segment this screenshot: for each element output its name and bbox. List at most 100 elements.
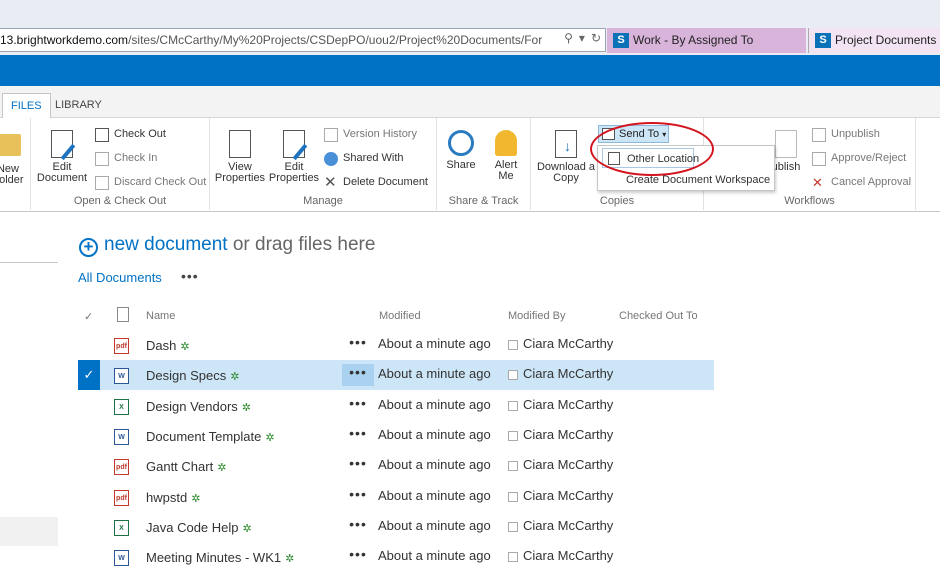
column-header-name[interactable]: Name bbox=[146, 310, 175, 322]
sharepoint-icon: S bbox=[613, 33, 629, 48]
plus-circle-icon[interactable]: + bbox=[79, 238, 98, 257]
column-header-modified-by[interactable]: Modified By bbox=[508, 310, 565, 322]
pdf-file-icon: pdf bbox=[114, 338, 129, 354]
table-row[interactable]: pdf Dash ✲ ••• About a minute ago Ciara McCar… bbox=[78, 330, 714, 360]
discard-check-out-button[interactable]: Discard Check Out bbox=[95, 175, 206, 191]
file-name[interactable]: Gantt Chart ✲ bbox=[146, 459, 226, 474]
table-row[interactable]: ✓ W Design Specs ✲ ••• About a minute ago Ciar… bbox=[78, 360, 714, 390]
table-row[interactable]: X Java Code Help ✲ ••• About a minute ago Cia… bbox=[78, 512, 714, 542]
row-checkbox[interactable]: ✓ bbox=[78, 360, 100, 390]
new-folder-button[interactable]: New Folder bbox=[0, 130, 28, 186]
modified-value: About a minute ago bbox=[378, 397, 491, 412]
check-in-label: Check In bbox=[114, 152, 158, 164]
modified-by-value[interactable]: Ciara McCarthy bbox=[508, 336, 613, 351]
modified-by-value[interactable]: Ciara McCarthy bbox=[508, 488, 613, 503]
file-name[interactable]: Design Vendors ✲ bbox=[146, 399, 251, 414]
item-menu-icon[interactable]: ••• bbox=[342, 364, 374, 386]
file-name[interactable]: Meeting Minutes - WK1 ✲ bbox=[146, 550, 294, 565]
table-row[interactable]: pdf hwpstd ✲ ••• About a minute ago Ciara McC… bbox=[78, 482, 714, 512]
file-name[interactable]: Dash ✲ bbox=[146, 338, 190, 353]
download-copy-button[interactable]: ↓ Download a Copy bbox=[535, 130, 597, 184]
item-menu-icon[interactable]: ••• bbox=[342, 395, 374, 417]
modified-by-value[interactable]: Ciara McCarthy bbox=[508, 427, 613, 442]
edit-document-icon bbox=[51, 130, 76, 161]
item-menu-icon[interactable]: ••• bbox=[342, 486, 374, 508]
refresh-icon[interactable]: ↻ bbox=[591, 31, 601, 45]
row-checkbox[interactable] bbox=[78, 421, 100, 451]
row-checkbox[interactable] bbox=[78, 482, 100, 512]
approve-reject-button[interactable]: Approve/Reject bbox=[812, 151, 906, 167]
new-item-icon: ✲ bbox=[241, 402, 251, 414]
item-menu-icon[interactable]: ••• bbox=[342, 516, 374, 538]
shared-with-button[interactable]: Shared With bbox=[324, 151, 404, 167]
new-document-link[interactable]: new document bbox=[104, 234, 228, 255]
column-header-modified[interactable]: Modified bbox=[379, 310, 421, 322]
item-menu-icon[interactable]: ••• bbox=[342, 334, 374, 356]
cancel-approval-button[interactable]: ✕ Cancel Approval bbox=[812, 175, 911, 191]
group-open-checkout: Edit Document Check Out Check In Discard… bbox=[31, 118, 210, 210]
bell-icon bbox=[495, 130, 517, 156]
new-item-icon: ✲ bbox=[217, 462, 227, 474]
excel-file-icon: X bbox=[114, 520, 129, 536]
table-row[interactable]: W Document Template ✲ ••• About a minute ago… bbox=[78, 421, 714, 451]
new-item-icon: ✲ bbox=[265, 432, 275, 444]
group-manage: View Properties Edit Properties Version … bbox=[210, 118, 437, 210]
modified-value: About a minute ago bbox=[378, 427, 491, 442]
modified-value: About a minute ago bbox=[378, 336, 491, 351]
item-menu-icon[interactable]: ••• bbox=[342, 455, 374, 477]
annotation-ellipse bbox=[590, 122, 714, 176]
group-share-track: Share Alert Me Share & Track bbox=[437, 118, 531, 210]
discard-check-out-icon bbox=[95, 176, 109, 190]
item-menu-icon[interactable]: ••• bbox=[342, 546, 374, 568]
edit-properties-button[interactable]: Edit Properties bbox=[268, 130, 320, 184]
edit-document-button[interactable]: Edit Document bbox=[35, 130, 89, 184]
table-row[interactable]: X Design Vendors ✲ ••• About a minute ago Cia… bbox=[78, 391, 714, 421]
approve-reject-label: Approve/Reject bbox=[831, 152, 907, 164]
address-bar[interactable]: 13.brightworkdemo.com/sites/CMcCarthy/My… bbox=[0, 28, 606, 52]
delete-document-button[interactable]: ✕ Delete Document bbox=[324, 175, 428, 191]
version-history-button[interactable]: Version History bbox=[324, 127, 417, 143]
table-row[interactable]: pdf Gantt Chart ✲ ••• About a minute ago Ciar… bbox=[78, 451, 714, 481]
view-all-documents[interactable]: All Documents bbox=[78, 270, 162, 285]
file-name[interactable]: Document Template ✲ bbox=[146, 429, 275, 444]
tab-files[interactable]: FILES bbox=[2, 93, 51, 119]
group-label: Manage bbox=[303, 195, 343, 207]
row-checkbox[interactable] bbox=[78, 512, 100, 542]
share-button[interactable]: Share bbox=[443, 130, 479, 171]
browser-tab-label: Work - By Assigned To bbox=[633, 33, 754, 47]
browser-chrome: 13.brightworkdemo.com/sites/CMcCarthy/My… bbox=[0, 0, 940, 55]
browser-tab-label: Project Documents - bbox=[835, 33, 940, 47]
row-checkbox[interactable] bbox=[78, 542, 100, 572]
download-copy-label: Download a Copy bbox=[536, 161, 596, 184]
item-menu-icon[interactable]: ••• bbox=[342, 425, 374, 447]
file-name[interactable]: Java Code Help ✲ bbox=[146, 520, 252, 535]
browser-tab-work[interactable]: S Work - By Assigned To bbox=[607, 28, 806, 53]
delete-icon: ✕ bbox=[324, 174, 337, 191]
modified-by-value[interactable]: Ciara McCarthy bbox=[508, 397, 613, 412]
dropdown-icon[interactable]: ▾ bbox=[579, 31, 585, 45]
row-checkbox[interactable] bbox=[78, 451, 100, 481]
group-label: Open & Check Out bbox=[73, 195, 167, 207]
unpublish-button[interactable]: Unpublish bbox=[812, 127, 880, 143]
view-properties-button[interactable]: View Properties bbox=[214, 130, 266, 184]
modified-by-value[interactable]: Ciara McCarthy bbox=[508, 366, 613, 381]
column-header-checked-out-to[interactable]: Checked Out To bbox=[619, 310, 698, 322]
check-out-button[interactable]: Check Out bbox=[95, 127, 166, 143]
browser-tab-project-documents[interactable]: S Project Documents - bbox=[808, 28, 940, 53]
row-checkbox[interactable] bbox=[78, 391, 100, 421]
search-icon[interactable]: ⚲ bbox=[564, 31, 573, 45]
sharepoint-icon: S bbox=[815, 33, 831, 48]
check-in-button[interactable]: Check In bbox=[95, 151, 157, 167]
modified-by-value[interactable]: Ciara McCarthy bbox=[508, 457, 613, 472]
modified-by-value[interactable]: Ciara McCarthy bbox=[508, 548, 613, 563]
row-checkbox[interactable] bbox=[78, 330, 100, 360]
nav-item[interactable] bbox=[0, 517, 58, 546]
select-all-check-icon[interactable]: ✓ bbox=[84, 310, 93, 323]
file-name[interactable]: hwpstd ✲ bbox=[146, 490, 200, 505]
tab-library[interactable]: LIBRARY bbox=[47, 93, 110, 119]
file-name[interactable]: Design Specs ✲ bbox=[146, 368, 239, 383]
view-more-icon[interactable]: ••• bbox=[181, 268, 199, 284]
alert-me-button[interactable]: Alert Me bbox=[487, 130, 525, 182]
table-row[interactable]: W Meeting Minutes - WK1 ✲ ••• About a minute… bbox=[78, 542, 714, 572]
modified-by-value[interactable]: Ciara McCarthy bbox=[508, 518, 613, 533]
